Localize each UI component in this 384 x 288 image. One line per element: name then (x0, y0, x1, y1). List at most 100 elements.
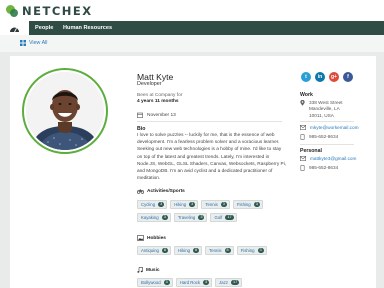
section-heading-activities: Activities/Sports (137, 188, 185, 194)
tag-label: Fishing (236, 202, 251, 207)
tag-traveling[interactable]: Traveling 3 (173, 213, 208, 222)
tag-label: Traveling (177, 215, 196, 220)
tag-count: 3 (161, 215, 168, 220)
tab-people[interactable]: People (35, 21, 53, 35)
tags-row: Cycling 3 Hiking 3 Tennis 3 Fishing 3 (137, 200, 263, 209)
tag-label: Fishing (240, 248, 255, 253)
tag-label: Cycling (141, 202, 156, 207)
section-heading-music: Music (137, 267, 160, 273)
personal-phone-row: 985-652-8634 (300, 165, 338, 171)
calendar-icon (137, 112, 143, 118)
tenure-label: Been at Company for (137, 93, 183, 98)
tag-label: Antiquing (141, 248, 159, 253)
work-address-row: 338 West Street Mandeville, LA 10011, US… (300, 100, 343, 119)
tag-count: 3 (253, 202, 260, 207)
personal-email-row[interactable]: mattkyte3@gmail.com (300, 156, 356, 161)
profile-title: Developer (137, 81, 162, 87)
personal-phone: 985-652-8634 (309, 165, 339, 170)
phone-icon (300, 134, 305, 140)
view-all-label: View All (29, 40, 48, 46)
tag-antiquing[interactable]: Antiquing 8 (137, 246, 172, 255)
divider (300, 121, 354, 122)
twitter-icon[interactable]: t (301, 72, 311, 82)
main-nav: People Human Resources (0, 21, 384, 35)
section-heading-label: Activities/Sports (147, 188, 185, 194)
google-plus-icon[interactable]: g+ (329, 72, 339, 82)
sub-toolbar: View All (0, 35, 384, 52)
tag-count: 17 (225, 215, 234, 220)
tag-label: Jazz (219, 280, 228, 285)
grid-icon (20, 40, 26, 46)
twitter-glyph: t (305, 74, 307, 80)
map-pin-icon (300, 100, 305, 106)
tag-count: 3 (203, 280, 210, 285)
work-phone: 985-652-8634 (309, 134, 339, 139)
work-phone-row: 985-652-8634 (300, 134, 338, 140)
tag-cycling[interactable]: Cycling 3 (137, 200, 168, 209)
work-email[interactable]: mkyte@workemail.com (310, 125, 359, 130)
tag-tennis[interactable]: Tennis 8 (205, 246, 234, 255)
work-address-line: 10011, USA (309, 112, 334, 118)
section-heading-hobbies: Hobbies (137, 235, 166, 241)
personal-heading: Personal (300, 148, 322, 154)
tag-fishing[interactable]: Fishing 3 (232, 200, 263, 209)
netchex-logo-mark (5, 4, 19, 18)
tag-count: 3 (158, 202, 165, 207)
tag-label: Tennis (209, 248, 222, 253)
avatar (26, 72, 104, 150)
tab-human-resources[interactable]: Human Resources (63, 21, 112, 35)
avatar-portrait (26, 72, 104, 150)
tag-count: 8 (161, 248, 169, 253)
work-address-line: Mandeville, LA (309, 106, 340, 112)
tag-count: 3 (257, 248, 264, 253)
section-heading-label: Music (146, 267, 160, 273)
bike-icon (137, 189, 144, 194)
tag-hard-rock[interactable]: Hard Rock 3 (175, 278, 213, 287)
tag-count: 3 (220, 202, 227, 207)
tags-row: Antiquing 8 Hiking 8 Tennis 8 Fishing 3 (137, 246, 267, 255)
bio-text: I love to solve puzzles -- luckily for m… (137, 133, 287, 182)
divider (137, 121, 282, 122)
netchex-logo[interactable]: NETCHEX (5, 3, 93, 18)
top-bar: NETCHEX (0, 0, 384, 21)
tag-bollywood[interactable]: Bollywood 3 (137, 278, 173, 287)
tag-label: Hiking (174, 202, 187, 207)
birthday-date: November 13 (147, 112, 176, 118)
tag-tennis[interactable]: Tennis 3 (201, 200, 230, 209)
tag-hiking[interactable]: Hiking 3 (170, 200, 199, 209)
work-email-row[interactable]: mkyte@workemail.com (300, 125, 359, 130)
tag-golf[interactable]: Golf 17 (210, 213, 237, 222)
tag-hiking[interactable]: Hiking 8 (174, 246, 203, 255)
personal-email[interactable]: mattkyte3@gmail.com (310, 156, 356, 161)
section-heading-label: Hobbies (147, 235, 166, 241)
tag-label: Tennis (205, 202, 218, 207)
linkedin-glyph: in (317, 74, 323, 80)
tags-row: Bollywood 3 Hard Rock 3 Jazz 17 (137, 278, 243, 287)
tag-fishing[interactable]: Fishing 3 (236, 246, 267, 255)
linkedin-icon[interactable]: in (315, 72, 325, 82)
view-all-link[interactable]: View All (20, 40, 47, 46)
tag-jazz[interactable]: Jazz 17 (215, 278, 243, 287)
tag-count: 3 (198, 215, 205, 220)
tag-count: 3 (189, 202, 196, 207)
tag-label: Kayaking (141, 215, 159, 220)
tag-label: Golf (214, 215, 223, 220)
tag-count: 8 (224, 248, 231, 253)
tag-count: 8 (193, 248, 200, 253)
facebook-glyph: f (347, 74, 349, 80)
tag-label: Hiking (178, 248, 190, 253)
gallery-icon (137, 235, 144, 241)
tag-count: 17 (231, 280, 240, 285)
tag-kayaking[interactable]: Kayaking 3 (137, 213, 171, 222)
birthday-row: November 13 (137, 112, 176, 118)
tag-label: Hard Rock (179, 280, 201, 285)
tag-label: Bollywood (141, 280, 161, 285)
tag-count: 3 (163, 280, 170, 285)
nav-home-tab[interactable] (0, 21, 29, 35)
dashboard-icon (10, 27, 19, 32)
tenure-value: 4 years 11 months (137, 99, 179, 104)
google-plus-glyph: g+ (331, 74, 337, 80)
brand-name: NETCHEX (22, 3, 93, 18)
facebook-icon[interactable]: f (343, 72, 353, 82)
work-heading: Work (300, 92, 313, 98)
